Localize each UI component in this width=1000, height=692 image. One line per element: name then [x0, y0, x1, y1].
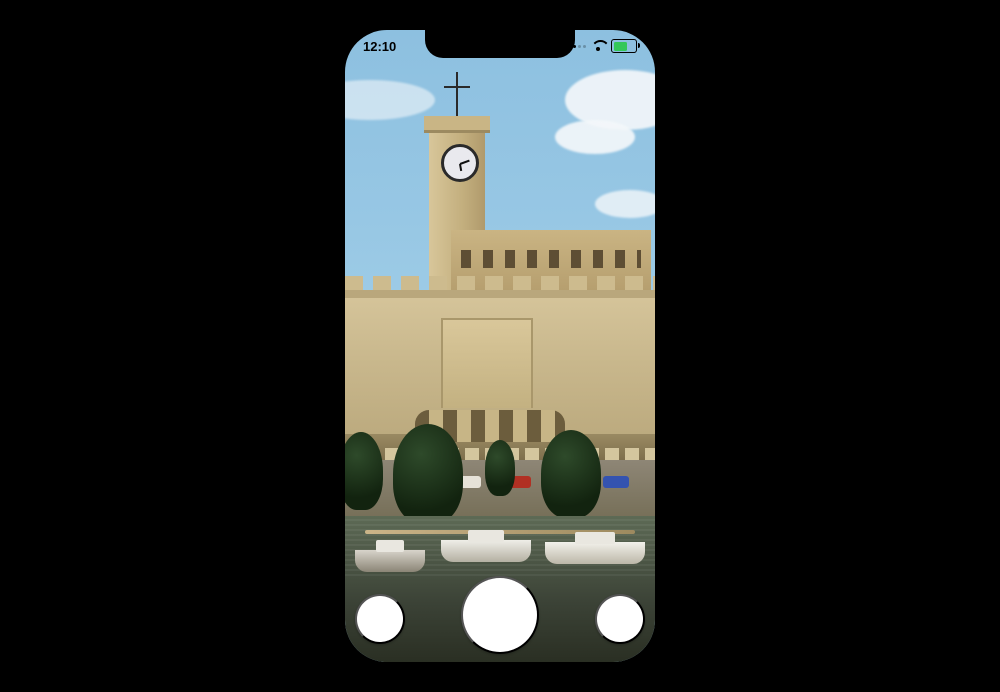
gallery-button[interactable] [355, 594, 405, 644]
battery-fill [614, 42, 627, 51]
scene-boat [355, 550, 425, 572]
cloud-graphic [555, 120, 635, 154]
status-bar: 12:10 [345, 36, 655, 56]
cloud-graphic [595, 190, 655, 218]
wifi-icon [591, 40, 606, 52]
camera-viewfinder[interactable] [345, 30, 655, 662]
status-time: 12:10 [363, 39, 396, 54]
phone-frame: 12:10 [345, 30, 655, 662]
scene-tree [393, 424, 463, 524]
shutter-button[interactable] [461, 576, 539, 654]
battery-icon [611, 39, 637, 53]
scene-tree [485, 440, 515, 496]
flip-camera-button[interactable] [595, 594, 645, 644]
cloud-graphic [345, 80, 435, 120]
device-mock-stage: 12:10 [0, 0, 1000, 692]
scene-battlement [345, 276, 655, 290]
scene-tree [541, 430, 601, 518]
scene-vehicle [603, 476, 629, 488]
scene-boat [441, 540, 531, 562]
cellular-signal-icon [568, 45, 586, 48]
scene-boat [545, 542, 645, 564]
scene-gate [441, 318, 533, 408]
clock-icon [441, 144, 479, 182]
